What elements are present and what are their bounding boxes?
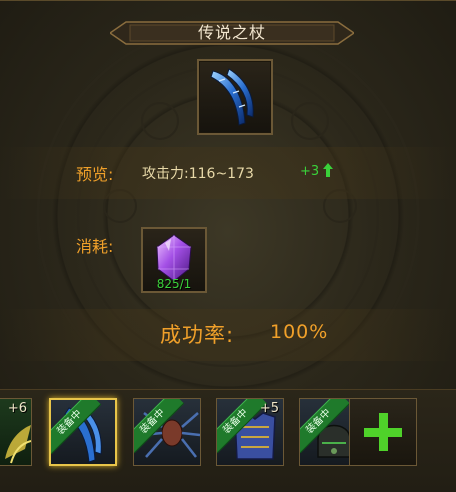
success-rate-value: 100% — [270, 321, 329, 343]
title-bar: 传说之杖 — [110, 18, 354, 48]
equipment-slot[interactable]: +6 — [0, 398, 32, 466]
equipment-slot-selected[interactable]: 装备中 — [49, 398, 117, 466]
equipment-slot[interactable]: 装备中 +5 — [216, 398, 284, 466]
target-item-slot[interactable] — [197, 59, 273, 135]
bonus-value: +3 — [300, 164, 320, 179]
add-equipment-button[interactable] — [349, 398, 417, 466]
equipment-slot[interactable]: 装备中 — [133, 398, 201, 466]
item-title: 传说之杖 — [197, 23, 266, 42]
enhance-panel: 传说之杖 预览: 攻击力:116~173 +3 消耗: 825/1 成功率: 1… — [0, 0, 456, 492]
preview-label: 预览: — [76, 165, 114, 184]
enhance-level: +6 — [7, 401, 27, 416]
cost-count: 825/1 — [156, 277, 192, 291]
plus-icon — [364, 413, 402, 451]
success-rate-label: 成功率: — [160, 323, 235, 347]
cost-item-slot[interactable]: 825/1 — [141, 227, 207, 293]
staff-icon — [210, 68, 254, 126]
attack-stat: 攻击力:116~173 — [142, 166, 254, 182]
arrow-up-icon — [323, 163, 333, 177]
cost-label: 消耗: — [76, 237, 114, 256]
enhance-level: +5 — [259, 401, 279, 416]
